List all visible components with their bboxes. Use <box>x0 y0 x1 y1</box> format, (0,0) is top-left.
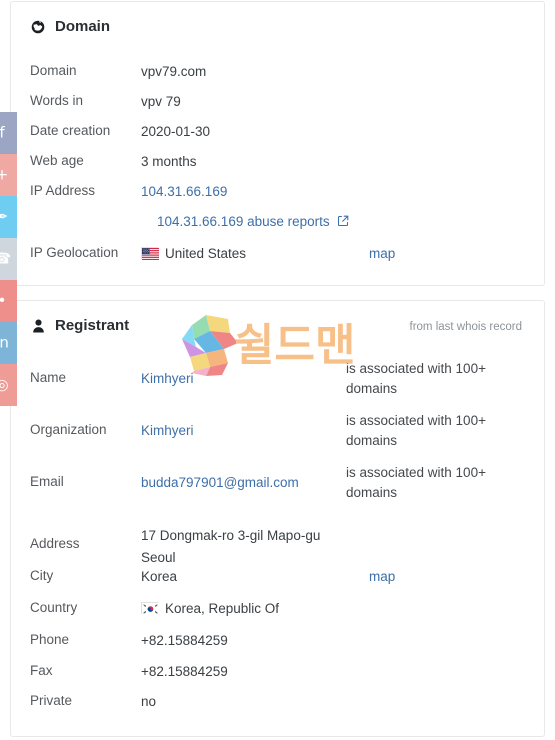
row-domain-value: vpv79.com <box>141 64 207 79</box>
row-email: Email budda797901@gmail.com is associate… <box>11 465 544 503</box>
row-country: Country Korea, Republic Of <box>11 599 544 619</box>
row-web-age: Web age 3 months <box>11 152 544 172</box>
us-flag-icon <box>141 247 159 260</box>
row-domain-label: Domain <box>30 63 77 78</box>
row-words-in-value: vpv 79 <box>141 94 181 109</box>
row-address: Address 17 Dongmak-ro 3-gil Mapo-gu Seou… <box>11 525 544 569</box>
share-button-linkedin[interactable]: in <box>0 322 17 364</box>
whois-source-note: from last whois record <box>409 321 522 333</box>
globe-icon <box>30 19 46 35</box>
row-private-value: no <box>141 694 157 709</box>
row-country-label: Country <box>30 600 78 615</box>
row-ip-geolocation-label: IP Geolocation <box>30 245 119 260</box>
ip-abuse-reports-link[interactable]: 104.31.66.169 abuse reports <box>157 212 349 233</box>
person-icon <box>30 318 46 334</box>
row-date-creation: Date creation 2020-01-30 <box>11 122 544 142</box>
row-web-age-value: 3 months <box>141 154 197 169</box>
ip-abuse-reports-label: 104.31.66.169 abuse reports <box>157 214 330 229</box>
row-phone-label: Phone <box>30 632 70 647</box>
external-link-icon <box>337 213 349 233</box>
kr-flag-icon <box>141 602 159 615</box>
registrant-card: Registrant from last whois record Name K… <box>10 300 545 737</box>
row-phone: Phone +82.15884259 <box>11 631 544 651</box>
share-button-google-plus[interactable]: + <box>0 154 17 196</box>
row-organization: Organization Kimhyeri is associated with… <box>11 413 544 451</box>
name-associated-note: is associated with 100+ domains <box>346 361 486 396</box>
ip-geolocation-map-link[interactable]: map <box>369 244 395 264</box>
row-phone-value: +82.15884259 <box>141 633 228 648</box>
row-private-label: Private <box>30 693 73 708</box>
row-ip-address-label: IP Address <box>30 183 96 198</box>
row-fax-label: Fax <box>30 663 53 678</box>
row-fax: Fax +82.15884259 <box>11 662 544 682</box>
share-button-pinterest[interactable]: • <box>0 280 17 322</box>
linkedin-icon: in <box>0 333 9 352</box>
row-email-label: Email <box>30 474 64 489</box>
row-ip-geolocation: IP Geolocation United States map <box>11 244 544 264</box>
registrant-name-link[interactable]: Kimhyeri <box>141 369 346 389</box>
whatsapp-icon: ☎ <box>0 249 12 268</box>
row-words-in: Words in vpv 79 <box>11 92 544 112</box>
row-web-age-label: Web age <box>30 153 84 168</box>
share-button-facebook[interactable]: f <box>0 112 17 154</box>
share-button-reddit[interactable]: ◎ <box>0 364 17 406</box>
row-date-creation-label: Date creation <box>30 123 111 138</box>
registrant-card-title: Registrant <box>30 317 129 334</box>
row-date-creation-value: 2020-01-30 <box>141 124 211 139</box>
facebook-icon: f <box>0 123 5 142</box>
whois-result-page: f + ✒ ☎ • in ◎ Domain Domain vpv79.com Words i… <box>0 0 555 740</box>
social-share-rail: f + ✒ ☎ • in ◎ <box>0 112 17 406</box>
row-address-label: Address <box>30 536 80 551</box>
row-organization-label: Organization <box>30 422 107 437</box>
share-button-twitter[interactable]: ✒ <box>0 196 17 238</box>
domain-card: Domain Domain vpv79.com Words in vpv 79 … <box>10 1 545 286</box>
domain-card-title: Domain <box>30 18 110 35</box>
registrant-card-title-text: Registrant <box>55 317 130 334</box>
city-map-link[interactable]: map <box>369 567 395 587</box>
twitter-icon: ✒ <box>0 207 9 226</box>
share-button-whatsapp[interactable]: ☎ <box>0 238 17 280</box>
row-private: Private no <box>11 692 544 712</box>
row-country-value: Korea, Republic Of <box>141 599 346 619</box>
email-associated-note: is associated with 100+ domains <box>346 465 486 500</box>
row-address-value: 17 Dongmak-ro 3-gil Mapo-gu Seoul <box>141 528 321 565</box>
country-name-text: Korea, Republic Of <box>165 601 280 616</box>
registrant-organization-link[interactable]: Kimhyeri <box>141 421 346 441</box>
row-fax-value: +82.15884259 <box>141 664 228 679</box>
registrant-email-link[interactable]: budda797901@gmail.com <box>141 473 346 493</box>
google-plus-icon: + <box>0 165 9 184</box>
row-city-label: City <box>30 568 54 583</box>
row-name: Name Kimhyeri is associated with 100+ do… <box>11 361 544 399</box>
pinterest-icon: • <box>0 293 16 309</box>
row-city: City Korea map <box>11 567 544 587</box>
row-words-in-label: Words in <box>30 93 84 108</box>
ip-geolocation-country-text: United States <box>165 246 247 261</box>
row-ip-address: IP Address 104.31.66.169 <box>11 182 544 202</box>
domain-card-title-text: Domain <box>55 18 111 35</box>
ip-address-link[interactable]: 104.31.66.169 <box>141 182 346 202</box>
organization-associated-note: is associated with 100+ domains <box>346 413 486 448</box>
row-domain: Domain vpv79.com <box>11 62 544 82</box>
row-city-value: Korea <box>141 569 178 584</box>
reddit-icon: ◎ <box>0 375 9 394</box>
row-name-label: Name <box>30 370 67 385</box>
row-ip-geolocation-value: United States <box>141 244 346 264</box>
